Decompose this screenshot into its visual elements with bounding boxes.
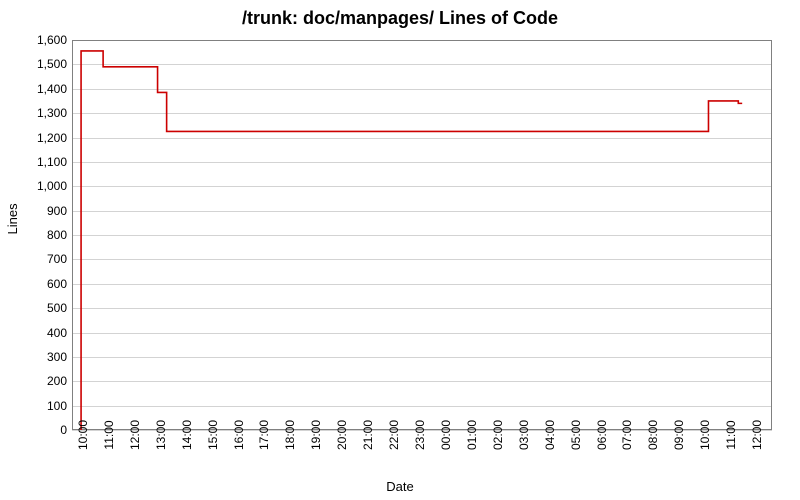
y-tick-label: 900	[7, 204, 67, 218]
y-tick-label: 600	[7, 277, 67, 291]
x-tick-label: 03:00	[517, 420, 531, 450]
y-tick-label: 300	[7, 350, 67, 364]
x-tick-label: 07:00	[620, 420, 634, 450]
y-tick-label: 400	[7, 326, 67, 340]
x-tick-label: 21:00	[361, 420, 375, 450]
x-tick-label: 22:00	[387, 420, 401, 450]
y-tick-label: 100	[7, 399, 67, 413]
x-tick-label: 05:00	[569, 420, 583, 450]
x-tick-label: 10:00	[76, 420, 90, 450]
y-tick-label: 1,000	[7, 179, 67, 193]
y-tick-label: 1,400	[7, 82, 67, 96]
y-tick-label: 200	[7, 374, 67, 388]
x-tick-label: 20:00	[335, 420, 349, 450]
x-tick-label: 13:00	[154, 420, 168, 450]
chart-container: /trunk: doc/manpages/ Lines of Code Line…	[0, 0, 800, 500]
x-tick-label: 12:00	[750, 420, 764, 450]
y-tick-label: 0	[7, 423, 67, 437]
x-tick-label: 10:00	[698, 420, 712, 450]
x-tick-label: 14:00	[180, 420, 194, 450]
x-tick-label: 01:00	[465, 420, 479, 450]
x-tick-label: 04:00	[543, 420, 557, 450]
x-tick-label: 23:00	[413, 420, 427, 450]
y-tick-label: 1,500	[7, 57, 67, 71]
chart-title: /trunk: doc/manpages/ Lines of Code	[0, 8, 800, 29]
y-tick-label: 700	[7, 252, 67, 266]
x-tick-label: 15:00	[206, 420, 220, 450]
x-tick-label: 09:00	[672, 420, 686, 450]
x-tick-label: 18:00	[283, 420, 297, 450]
y-tick-label: 500	[7, 301, 67, 315]
x-tick-label: 11:00	[102, 420, 116, 449]
x-tick-label: 11:00	[724, 420, 738, 449]
x-tick-label: 06:00	[595, 420, 609, 450]
y-tick-label: 1,200	[7, 131, 67, 145]
plot-area	[72, 40, 772, 430]
y-tick-label: 1,100	[7, 155, 67, 169]
x-tick-label: 17:00	[257, 420, 271, 450]
data-line	[81, 51, 742, 430]
line-series	[72, 40, 772, 430]
y-tick-label: 1,600	[7, 33, 67, 47]
y-tick-label: 800	[7, 228, 67, 242]
x-tick-label: 00:00	[439, 420, 453, 450]
x-tick-label: 19:00	[309, 420, 323, 450]
x-tick-label: 08:00	[646, 420, 660, 450]
x-axis-label: Date	[0, 479, 800, 494]
y-tick-label: 1,300	[7, 106, 67, 120]
x-tick-label: 02:00	[491, 420, 505, 450]
x-tick-label: 16:00	[232, 420, 246, 450]
x-tick-label: 12:00	[128, 420, 142, 450]
